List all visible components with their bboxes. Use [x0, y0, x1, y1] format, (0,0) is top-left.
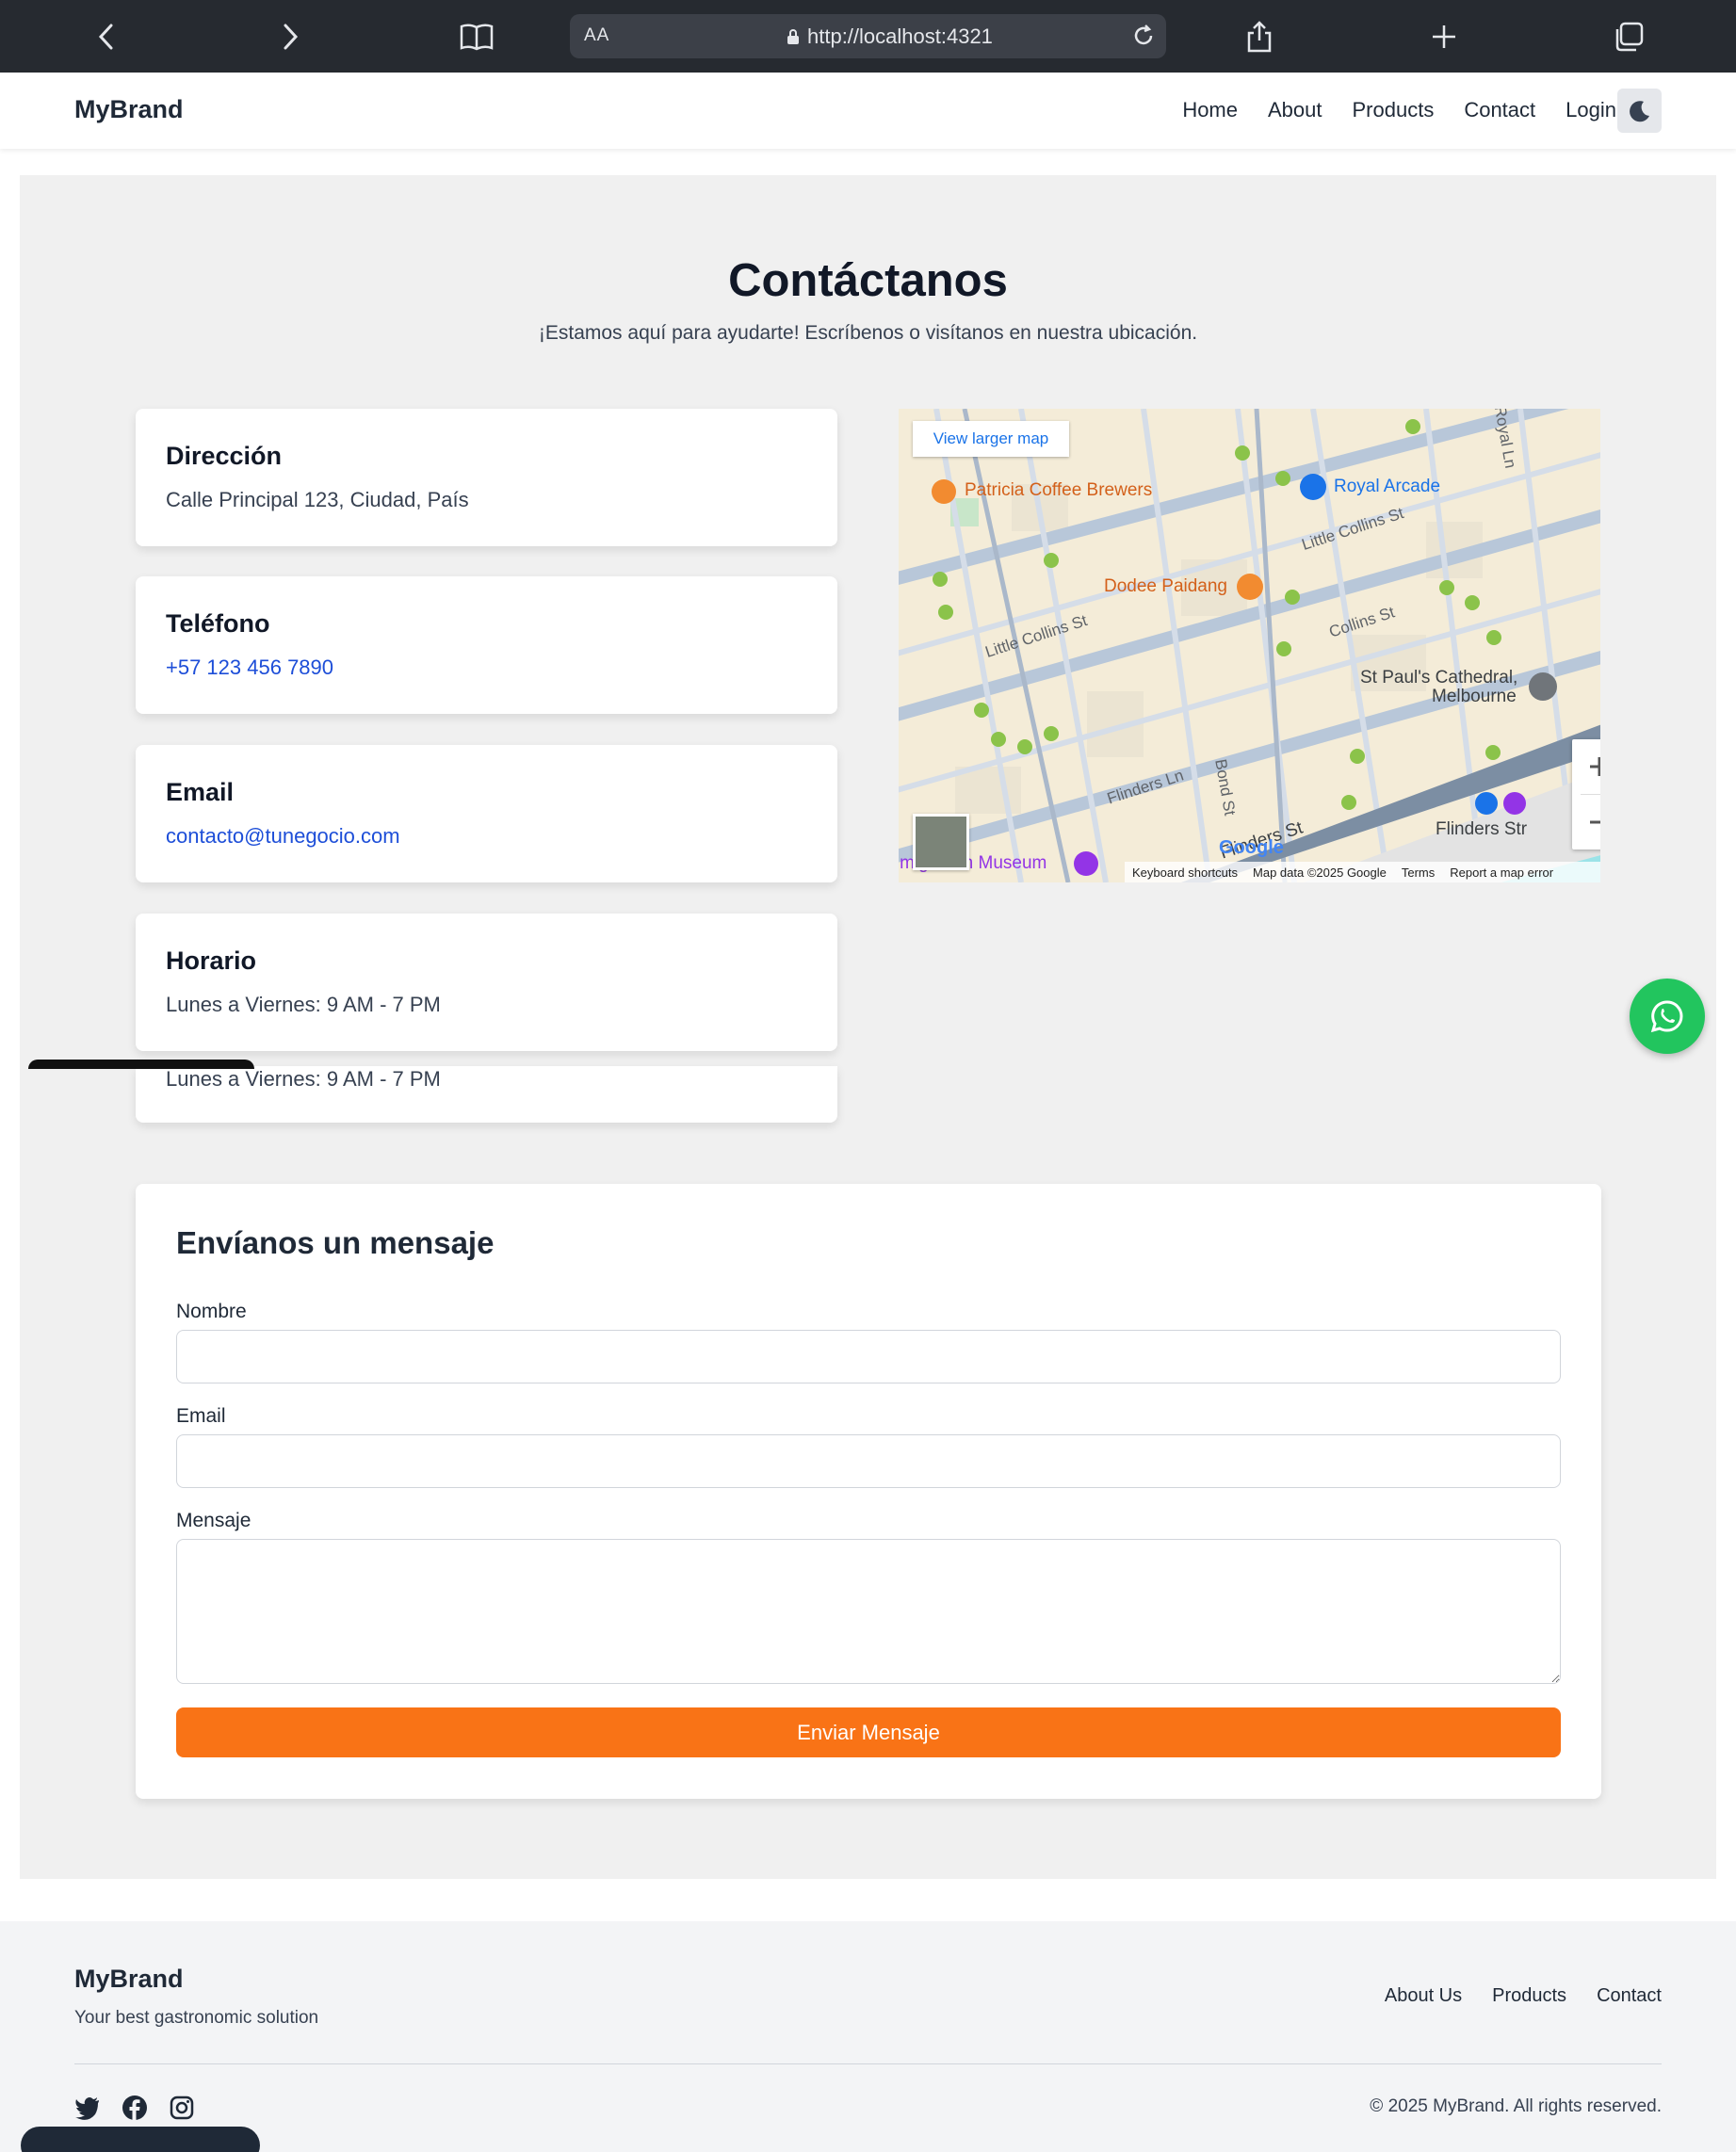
name-label: Nombre — [176, 1301, 247, 1322]
footer-link-about[interactable]: About Us — [1385, 1985, 1462, 2007]
phone-card: Teléfono +57 123 456 7890 — [136, 576, 837, 714]
map-label[interactable]: Patricia Coffee Brewers — [965, 480, 1152, 501]
card-title: Teléfono — [166, 609, 270, 638]
address-bar[interactable]: AA http://localhost:4321 — [570, 14, 1166, 58]
footer-link-products[interactable]: Products — [1492, 1985, 1566, 2007]
zoom-in-button[interactable] — [1572, 739, 1600, 794]
floating-toolbar[interactable] — [21, 2127, 260, 2152]
bookmarks-icon[interactable] — [457, 17, 496, 57]
browser-toolbar: AA http://localhost:4321 — [0, 0, 1736, 73]
google-logo: Google — [1219, 837, 1284, 858]
email-input[interactable] — [176, 1434, 1561, 1488]
card-title: Dirección — [166, 442, 283, 470]
plus-icon — [1589, 757, 1600, 776]
contact-form: Envíanos un mensaje Nombre Email Mensaje… — [136, 1184, 1601, 1799]
url-text: http://localhost:4321 — [807, 24, 993, 48]
instagram-icon[interactable] — [169, 2095, 195, 2121]
hours-card: Horario Lunes a Viernes: 9 AM - 7 PM — [136, 914, 837, 1051]
page-title: Contáctanos — [728, 255, 1008, 306]
nav-links: Home About Products Contact Login — [1182, 98, 1616, 122]
footer-links: About Us Products Contact — [1385, 1985, 1662, 2007]
share-icon[interactable] — [1240, 17, 1279, 57]
site-footer: MyBrand Your best gastronomic solution A… — [0, 1921, 1736, 2152]
card-title: Email — [166, 778, 235, 806]
hours-value: Lunes a Viernes: 9 AM - 7 PM — [166, 1067, 441, 1091]
submit-button[interactable]: Enviar Mensaje — [176, 1707, 1561, 1757]
contact-section: Contáctanos ¡Estamos aquí para ayudarte!… — [20, 175, 1716, 1879]
zoom-controls — [1572, 739, 1600, 849]
message-label: Mensaje — [176, 1510, 251, 1531]
hours-card-duplicate: Lunes a Viernes: 9 AM - 7 PM — [136, 1066, 837, 1123]
report-error-link[interactable]: Report a map error — [1450, 866, 1553, 880]
keyboard-shortcuts-link[interactable]: Keyboard shortcuts — [1132, 866, 1238, 880]
email-link[interactable]: contacto@tunegocio.com — [166, 824, 807, 849]
footer-tagline: Your best gastronomic solution — [74, 2008, 319, 2028]
moon-icon — [1629, 100, 1649, 121]
whatsapp-button[interactable] — [1630, 979, 1705, 1054]
new-tab-icon[interactable] — [1424, 17, 1464, 57]
back-icon[interactable] — [87, 17, 126, 57]
text-size-button[interactable]: AA — [584, 25, 609, 46]
footer-link-contact[interactable]: Contact — [1597, 1985, 1662, 2007]
copyright-text: © 2025 MyBrand. All rights reserved. — [1370, 2096, 1662, 2116]
url-display[interactable]: http://localhost:4321 — [787, 24, 993, 49]
map-attribution: Keyboard shortcuts Map data ©2025 Google… — [1125, 862, 1600, 882]
satellite-toggle[interactable] — [913, 814, 969, 870]
site-navbar: MyBrand Home About Products Contact Logi… — [0, 73, 1736, 149]
facebook-icon[interactable] — [122, 2095, 148, 2121]
map-label[interactable]: Flinders Str — [1436, 819, 1527, 840]
message-textarea[interactable] — [176, 1539, 1561, 1684]
reload-icon[interactable] — [1130, 23, 1157, 54]
nav-login[interactable]: Login — [1566, 98, 1616, 122]
hours-value: Lunes a Viernes: 9 AM - 7 PM — [166, 993, 441, 1016]
brand-logo[interactable]: MyBrand — [74, 95, 184, 124]
footer-divider — [74, 2063, 1662, 2064]
address-value: Calle Principal 123, Ciudad, País — [166, 488, 469, 511]
side-tab — [28, 1060, 254, 1069]
map-data-text: Map data ©2025 Google — [1253, 865, 1387, 880]
map-label[interactable]: Royal Arcade — [1334, 477, 1440, 497]
twitter-icon[interactable] — [74, 2095, 101, 2121]
card-title: Horario — [166, 947, 257, 975]
page-subtitle: ¡Estamos aquí para ayudarte! Escríbenos … — [538, 322, 1198, 344]
map-label[interactable]: Dodee Paidang — [1104, 576, 1227, 597]
form-title: Envíanos un mensaje — [176, 1225, 495, 1260]
whatsapp-icon — [1650, 1000, 1683, 1033]
nav-home[interactable]: Home — [1182, 98, 1238, 122]
social-links — [74, 2095, 195, 2121]
terms-link[interactable]: Terms — [1402, 866, 1435, 880]
email-card: Email contacto@tunegocio.com — [136, 745, 837, 882]
email-label: Email — [176, 1405, 226, 1427]
forward-icon[interactable] — [270, 17, 310, 57]
tabs-icon[interactable] — [1609, 17, 1648, 57]
map-label[interactable]: St Paul's Cathedral, — [1360, 668, 1517, 688]
lock-icon — [787, 29, 799, 44]
view-larger-map-link[interactable]: View larger map — [913, 421, 1069, 457]
minus-icon — [1589, 820, 1600, 824]
zoom-out-button[interactable] — [1572, 795, 1600, 849]
google-map[interactable]: View larger map Patricia Coffee Brewers … — [899, 409, 1600, 882]
address-card: Dirección Calle Principal 123, Ciudad, P… — [136, 409, 837, 546]
footer-brand[interactable]: MyBrand — [74, 1965, 184, 1994]
nav-products[interactable]: Products — [1353, 98, 1435, 122]
nav-contact[interactable]: Contact — [1464, 98, 1535, 122]
phone-link[interactable]: +57 123 456 7890 — [166, 655, 807, 680]
theme-toggle-button[interactable] — [1617, 89, 1662, 133]
nav-about[interactable]: About — [1268, 98, 1322, 122]
name-input[interactable] — [176, 1330, 1561, 1383]
map-label[interactable]: Melbourne — [1432, 687, 1517, 707]
